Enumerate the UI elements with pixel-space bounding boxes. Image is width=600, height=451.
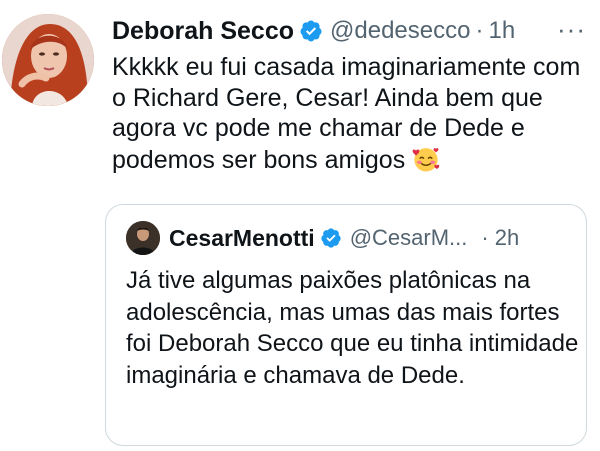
tweet-timestamp[interactable]: 1h bbox=[488, 17, 515, 45]
more-options-icon[interactable]: ··· bbox=[557, 14, 586, 45]
verified-badge-icon bbox=[300, 20, 322, 42]
quoted-tweet-header: CesarMenotti @CesarM... · 2h bbox=[126, 221, 519, 255]
quoted-author-avatar bbox=[126, 221, 160, 255]
author-handle[interactable]: @dedesecco bbox=[330, 17, 470, 45]
author-avatar[interactable] bbox=[2, 14, 94, 106]
tweet-text-content: Kkkkk eu fui casada imaginariamente com … bbox=[112, 53, 581, 174]
smiling-face-with-hearts-icon bbox=[412, 147, 440, 171]
tweet-text: Kkkkk eu fui casada imaginariamente com … bbox=[112, 52, 592, 175]
verified-badge-icon bbox=[321, 228, 341, 248]
tweet-header: Deborah Secco @dedesecco · 1h bbox=[112, 14, 515, 48]
quoted-author-handle: @CesarM... bbox=[349, 225, 468, 250]
separator-dot: · bbox=[475, 17, 484, 44]
quoted-tweet[interactable]: CesarMenotti @CesarM... · 2h Já tive alg… bbox=[105, 204, 587, 446]
separator-dot: · bbox=[481, 225, 489, 250]
tweet: Deborah Secco @dedesecco · 1h ··· Kkkkk … bbox=[0, 0, 600, 451]
quoted-author-name: CesarMenotti bbox=[169, 224, 315, 251]
author-name[interactable]: Deborah Secco bbox=[112, 17, 294, 46]
quoted-tweet-text: Já tive algumas paixões platônicas na ad… bbox=[126, 267, 579, 389]
quoted-tweet-timestamp: 2h bbox=[494, 225, 520, 250]
